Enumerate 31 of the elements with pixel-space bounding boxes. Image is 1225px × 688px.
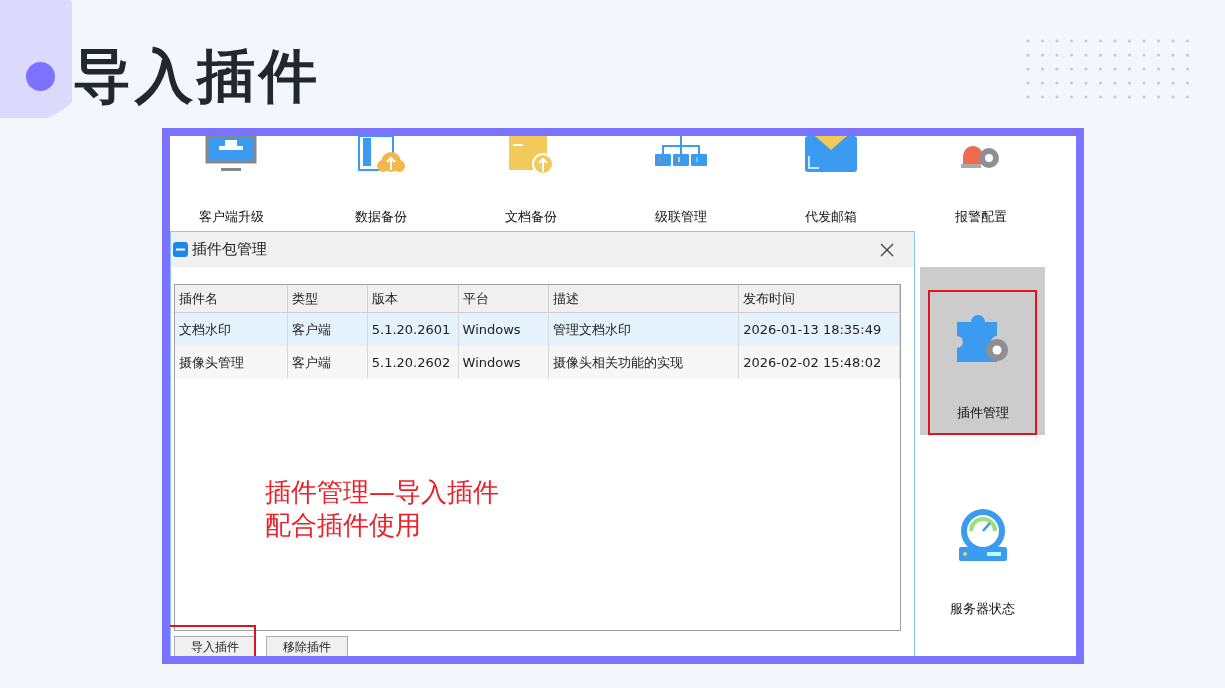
table-cell: 客户端 bbox=[287, 346, 368, 379]
dialog-button[interactable]: 移除插件 bbox=[266, 636, 348, 656]
column-header[interactable]: 描述 bbox=[549, 285, 740, 312]
app-label[interactable]: 报警配置 bbox=[955, 207, 1007, 227]
table-cell: Windows bbox=[458, 346, 550, 379]
annotation-text: 插件管理—导入插件 bbox=[265, 476, 499, 509]
app-label[interactable]: 代发邮箱 bbox=[805, 207, 857, 227]
app-label: 服务器状态 bbox=[950, 600, 1015, 618]
app-label[interactable]: 文档备份 bbox=[505, 207, 557, 227]
app-label[interactable]: 级联管理 bbox=[655, 207, 707, 227]
dialog-title: 插件包管理 bbox=[192, 239, 267, 261]
table-cell: 摄像头管理 bbox=[175, 346, 288, 379]
column-header[interactable]: 发布时间 bbox=[739, 285, 900, 312]
table-row[interactable]: 摄像头管理 客户端 5.1.20.2602 Windows 摄像头相关功能的实现 2026-02-02 15:48:02 bbox=[175, 346, 900, 379]
app-tile[interactable]: 服务器状态 bbox=[920, 435, 1045, 625]
column-header[interactable]: 版本 bbox=[367, 285, 459, 312]
dialog-button[interactable]: 导入插件 bbox=[174, 636, 256, 656]
app-label: 插件管理 bbox=[956, 404, 1009, 422]
table-cell: 摄像头相关功能的实现 bbox=[549, 346, 740, 379]
slide-title: 导入插件 bbox=[73, 41, 321, 112]
column-header[interactable]: 平台 bbox=[458, 285, 550, 312]
table-cell: 5.1.20.2602 bbox=[367, 346, 459, 379]
table-row[interactable]: 文档水印 客户端 5.1.20.2601 Windows 管理文档水印 2026-01-13 18:35:49 bbox=[175, 313, 900, 346]
app-label[interactable]: 数据备份 bbox=[355, 207, 407, 227]
app-tile[interactable]: 插件管理 bbox=[920, 267, 1045, 435]
table-cell: 2026-02-02 15:48:02 bbox=[739, 346, 900, 379]
column-header[interactable]: 插件名 bbox=[175, 285, 288, 312]
app-logo-icon bbox=[173, 242, 188, 257]
annotation-text: 配合插件使用 bbox=[265, 509, 422, 542]
column-header[interactable]: 类型 bbox=[287, 285, 368, 312]
app-label[interactable]: 客户端升级 bbox=[198, 207, 264, 227]
